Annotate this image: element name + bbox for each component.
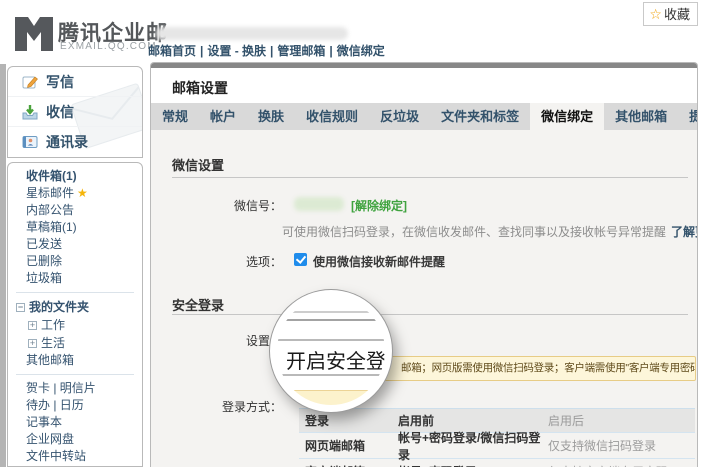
sidebar-folders-box: 收件箱(1) 星标邮件★ 内部公告 草稿箱(1) 已发送 已删除 垃圾箱 −我的…: [7, 162, 143, 467]
col-header-before: 启用前: [398, 412, 548, 429]
col-header-login: 登录: [299, 412, 398, 429]
contacts-icon: [22, 134, 38, 150]
tab-account[interactable]: 帐户: [199, 103, 247, 130]
lens-line: [270, 374, 392, 376]
settings-tabbar: 常规 帐户 换肤 收信规则 反垃圾 文件夹和标签 微信绑定 其他邮箱 提醒服务 …: [151, 103, 697, 130]
exmail-settings-page: 腾讯企业邮 EXMAIL.QQ.COM : 邮箱首页|设置 - 换肤|管理邮箱|…: [0, 0, 701, 467]
unbind-link[interactable]: [解除绑定]: [351, 197, 407, 214]
folder-list: 收件箱(1) 星标邮件★ 内部公告 草稿箱(1) 已发送 已删除 垃圾箱 −我的…: [8, 163, 142, 465]
settings-panel: 邮箱设置 常规 帐户 换肤 收信规则 反垃圾 文件夹和标签 微信绑定 其他邮箱 …: [150, 62, 698, 467]
breadcrumb: 邮箱首页|设置 - 换肤|管理邮箱|微信绑定: [148, 42, 385, 59]
tab-other-mailbox[interactable]: 其他邮箱: [604, 103, 678, 130]
section-title-security: 安全登录: [172, 295, 224, 314]
sidebar-item-announcements[interactable]: 内部公告: [8, 202, 142, 219]
brand-domain: EXMAIL.QQ.COM: [60, 41, 157, 52]
sidebar-item-folder-life[interactable]: +生活: [8, 334, 142, 352]
sidebar-item-folder-work[interactable]: +工作: [8, 316, 142, 334]
compose-icon: [22, 74, 38, 90]
cell-before-enable: 帐号+密码登录: [398, 463, 548, 467]
sidebar-item-deleted[interactable]: 已删除: [8, 253, 142, 270]
table-row: 网页端邮箱 帐号+密码登录/微信扫码登录 仅支持微信扫码登录: [299, 432, 695, 458]
star-outline-icon: ☆: [649, 6, 662, 22]
learn-more-link[interactable]: 了解更多: [671, 225, 698, 239]
col-header-after: 启用后: [548, 412, 689, 429]
divider: [172, 177, 688, 178]
wechat-id-label: 微信号：: [172, 197, 282, 214]
section-title-wechat: 微信设置: [172, 155, 224, 174]
sidebar-item-other-mailbox[interactable]: 其他邮箱: [8, 352, 142, 369]
receive-icon: [22, 104, 38, 120]
sidebar-item-spam[interactable]: 垃圾箱: [8, 270, 142, 287]
page-title: 邮箱设置: [172, 78, 228, 98]
lens-line: [270, 311, 392, 313]
magnifier-lens: 开启安全登录 启用后，原密: [270, 290, 392, 412]
expand-icon[interactable]: +: [28, 339, 37, 348]
account-colon: :: [148, 26, 151, 40]
breadcrumb-settings-skin[interactable]: 设置 - 换肤: [207, 44, 266, 58]
blurred-wechat-id: [294, 197, 344, 211]
sidebar-item-label: 通讯录: [46, 132, 88, 152]
divider: [172, 314, 688, 315]
sidebar-actions-box: 写信 收信 通讯录: [7, 66, 143, 158]
lens-line: [270, 339, 392, 341]
favorite-label: 收藏: [664, 7, 690, 22]
lens-line: [270, 319, 392, 321]
left-gray-strip: [0, 64, 6, 467]
options-label: 选项：: [172, 253, 282, 270]
breadcrumb-mail-home[interactable]: 邮箱首页: [148, 44, 196, 58]
sidebar-item-starred[interactable]: 星标邮件★: [8, 185, 142, 202]
tab-reminder-service[interactable]: 提醒服务: [678, 103, 698, 130]
breadcrumb-wechat-binding[interactable]: 微信绑定: [337, 44, 385, 58]
star-icon: ★: [77, 186, 88, 200]
cell-before-enable: 帐号+密码登录/微信扫码登录: [398, 429, 548, 463]
exmail-logo-icon: [14, 16, 54, 52]
divider: [16, 292, 134, 293]
login-mode-label: 登录方式：: [172, 398, 282, 415]
wechat-notify-checkbox[interactable]: [294, 253, 307, 266]
setting-label: 设置：: [172, 332, 282, 349]
divider: [16, 374, 134, 375]
wechat-notify-label: 使用微信接收新邮件提醒: [313, 253, 445, 270]
cell-login-type: 客户端邮箱: [299, 463, 398, 467]
sidebar-item-notes[interactable]: 记事本: [8, 414, 142, 431]
sidebar-item-greeting-cards[interactable]: 贺卡 | 明信片: [8, 380, 142, 397]
sidebar-item-label: 收信: [46, 102, 74, 122]
sidebar-item-receive[interactable]: 收信: [8, 97, 142, 127]
tab-mail-rules[interactable]: 收信规则: [295, 103, 369, 130]
favorite-button[interactable]: ☆收藏: [643, 2, 698, 26]
sidebar-item-my-folders[interactable]: −我的文件夹: [8, 298, 142, 316]
sidebar-item-todo-calendar[interactable]: 待办 | 日历: [8, 397, 142, 414]
collapse-icon[interactable]: −: [16, 303, 25, 312]
sidebar-item-sent[interactable]: 已发送: [8, 236, 142, 253]
blurred-account-email: [156, 27, 348, 40]
expand-icon[interactable]: +: [28, 321, 37, 330]
sidebar-item-compose[interactable]: 写信: [8, 67, 142, 97]
sidebar-item-label: 写信: [46, 72, 74, 92]
sidebar-item-enterprise-drive[interactable]: 企业网盘: [8, 431, 142, 448]
tab-skin[interactable]: 换肤: [247, 103, 295, 130]
sidebar-item-inbox[interactable]: 收件箱(1): [8, 168, 142, 185]
tab-antispam[interactable]: 反垃圾: [369, 103, 430, 130]
tab-folders-labels[interactable]: 文件夹和标签: [430, 103, 530, 130]
breadcrumb-manage-mailbox[interactable]: 管理邮箱: [277, 44, 325, 58]
sidebar-item-file-transfer[interactable]: 文件中转站: [8, 448, 142, 465]
tab-wechat-binding[interactable]: 微信绑定: [530, 103, 604, 130]
sidebar-item-drafts[interactable]: 草稿箱(1): [8, 219, 142, 236]
cell-login-type: 网页端邮箱: [299, 437, 398, 454]
cell-after-enable: 仅支持微信扫码登录: [548, 437, 689, 454]
wechat-description: 可使用微信扫码登录，在微信收发邮件、查找同事以及接收帐号异常提醒了解更多: [282, 223, 698, 240]
panel-top-strip: [151, 63, 697, 68]
login-mode-table: 登录 启用前 启用后 网页端邮箱 帐号+密码登录/微信扫码登录 仅支持微信扫码登…: [299, 408, 695, 467]
sidebar-item-contacts[interactable]: 通讯录: [8, 127, 142, 157]
tab-general[interactable]: 常规: [151, 103, 199, 130]
cell-after-enable: 仅支持客户端专用密码: [548, 463, 689, 467]
enable-secure-login-link[interactable]: 开启安全登录: [286, 345, 392, 374]
